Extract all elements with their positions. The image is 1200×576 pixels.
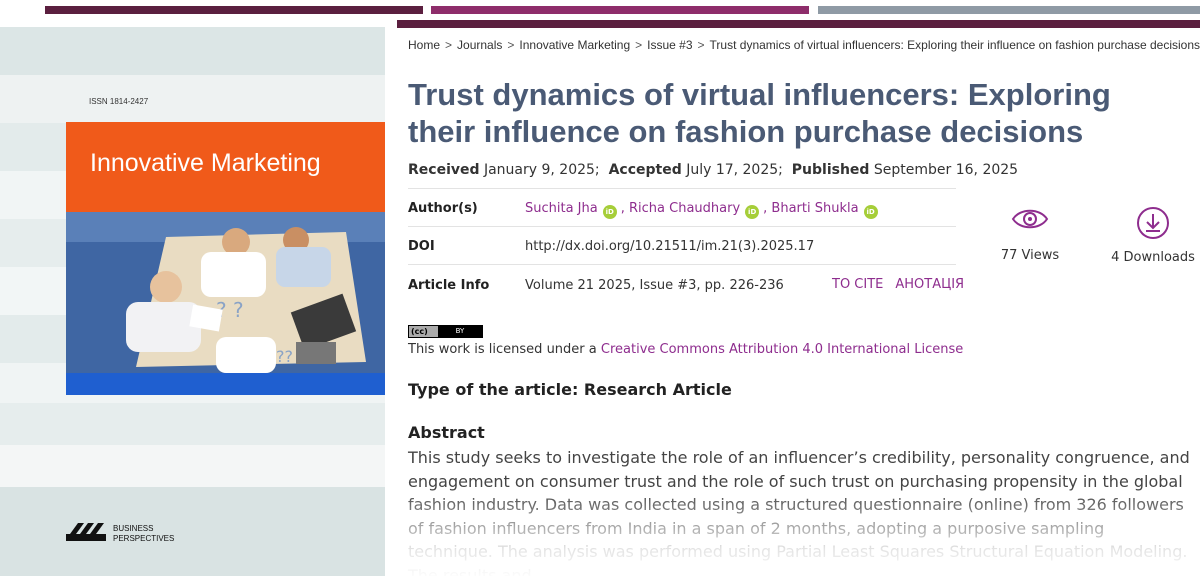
orcid-icon[interactable]: iD [745, 205, 760, 219]
authors-list: Suchita Jha iD, Richa Chaudhary iD, Bharti… [525, 201, 882, 219]
received-date: January 9, 2025; [483, 162, 600, 178]
cover-stripe [0, 27, 385, 75]
cover-stripe [0, 445, 385, 487]
panel-top-line [397, 20, 1200, 28]
published-label: Published [791, 162, 870, 178]
publisher-line-2: PERSPECTIVES [113, 534, 175, 543]
cc-badge-label: (cc) [411, 327, 428, 336]
breadcrumb-separator: > [697, 38, 705, 52]
meeting-photo-illustration: ? ? ?? [66, 212, 385, 373]
author-link[interactable]: , Bharti Shukla [763, 201, 858, 216]
doi-label: DOI [408, 239, 435, 254]
doi-row: DOI http://dx.doi.org/10.21511/im.21(3).… [408, 226, 956, 264]
breadcrumb-separator: > [445, 38, 453, 52]
downloads-count: 4 Downloads [1111, 250, 1195, 265]
cover-stripe [0, 487, 385, 576]
cc-by-badge[interactable]: (cc) BY [408, 325, 483, 338]
breadcrumb-issue[interactable]: Issue #3 [647, 38, 692, 52]
breadcrumb: Home > Journals > Innovative Marketing > Issue… [408, 38, 1200, 52]
views-stat: 77 Views [997, 206, 1063, 263]
to-cite-link[interactable]: TO CITE [832, 277, 883, 292]
doi-link[interactable]: http://dx.doi.org/10.21511/im.21(3).2025… [525, 239, 814, 254]
accepted-date: July 17, 2025; [686, 162, 783, 178]
author-link[interactable]: , Richa Chaudhary [621, 201, 740, 216]
license-prefix: This work is licensed under a [408, 342, 597, 357]
authors-row: Author(s) Suchita Jha iD , Richa Chaudhary… [408, 188, 956, 226]
cover-photo: ? ? ?? [66, 212, 385, 373]
by-badge-label: BY [438, 326, 482, 337]
accepted-label: Accepted [608, 162, 682, 178]
article-info-label: Article Info [408, 278, 490, 293]
downloads-stat: 4 Downloads [1110, 206, 1196, 265]
author-link[interactable]: Suchita Jha [525, 201, 598, 216]
abstract-fade-overlay [397, 490, 1200, 576]
received-label: Received [408, 162, 480, 178]
cover-title-block: Innovative Marketing [66, 122, 385, 212]
cite-links: TO CITE АНОТАЦІЯ [832, 277, 976, 292]
orcid-icon[interactable]: iD [863, 205, 878, 219]
publisher-name: BUSINESS PERSPECTIVES [113, 524, 174, 544]
published-date: September 16, 2025 [873, 162, 1019, 178]
breadcrumb-separator: > [635, 38, 643, 52]
cover-journal-title: Innovative Marketing [90, 149, 321, 177]
breadcrumb-journals[interactable]: Journals [457, 38, 502, 52]
breadcrumb-home[interactable]: Home [408, 38, 440, 52]
abstract-heading: Abstract [408, 423, 485, 442]
cover-blue-band [66, 373, 385, 395]
article-info-value: Volume 21 2025, Issue #3, pp. 226-236 [525, 278, 784, 293]
license-link[interactable]: Creative Commons Attribution 4.0 Interna… [601, 342, 963, 357]
authors-label: Author(s) [408, 201, 478, 216]
breadcrumb-current: Trust dynamics of virtual influencers: E… [709, 38, 1200, 52]
top-bar-segment-1 [45, 6, 423, 14]
article-panel: Home > Journals > Innovative Marketing > Issue… [397, 20, 1200, 576]
breadcrumb-journal[interactable]: Innovative Marketing [519, 38, 630, 52]
cover-stripe [0, 403, 385, 445]
orcid-icon[interactable]: iD [602, 205, 617, 219]
business-perspectives-logo-icon [66, 523, 106, 541]
svg-text:??: ?? [276, 347, 293, 366]
publisher-line-1: BUSINESS [113, 524, 154, 533]
cover-stripe [0, 75, 385, 123]
article-info-row: Article Info Volume 21 2025, Issue #3, p… [408, 264, 964, 302]
breadcrumb-separator: > [507, 38, 515, 52]
annotation-link[interactable]: АНОТАЦІЯ [895, 277, 964, 292]
article-title: Trust dynamics of virtual influencers: E… [408, 77, 1111, 149]
download-icon[interactable] [1136, 206, 1170, 240]
license-statement: This work is licensed under a Creative C… [408, 342, 963, 357]
top-bar-segment-2 [431, 6, 809, 14]
top-bar-segment-3 [818, 6, 1200, 14]
cover-issn: ISSN 1814-2427 [89, 97, 149, 106]
article-dates: Received January 9, 2025; Accepted July … [408, 162, 1018, 178]
journal-cover: ISSN 1814-2427 Innovative Marketing ? ? … [0, 27, 385, 576]
article-type-heading: Type of the article: Research Article [408, 380, 732, 399]
eye-icon [1011, 209, 1049, 229]
views-count: 77 Views [1000, 248, 1060, 263]
